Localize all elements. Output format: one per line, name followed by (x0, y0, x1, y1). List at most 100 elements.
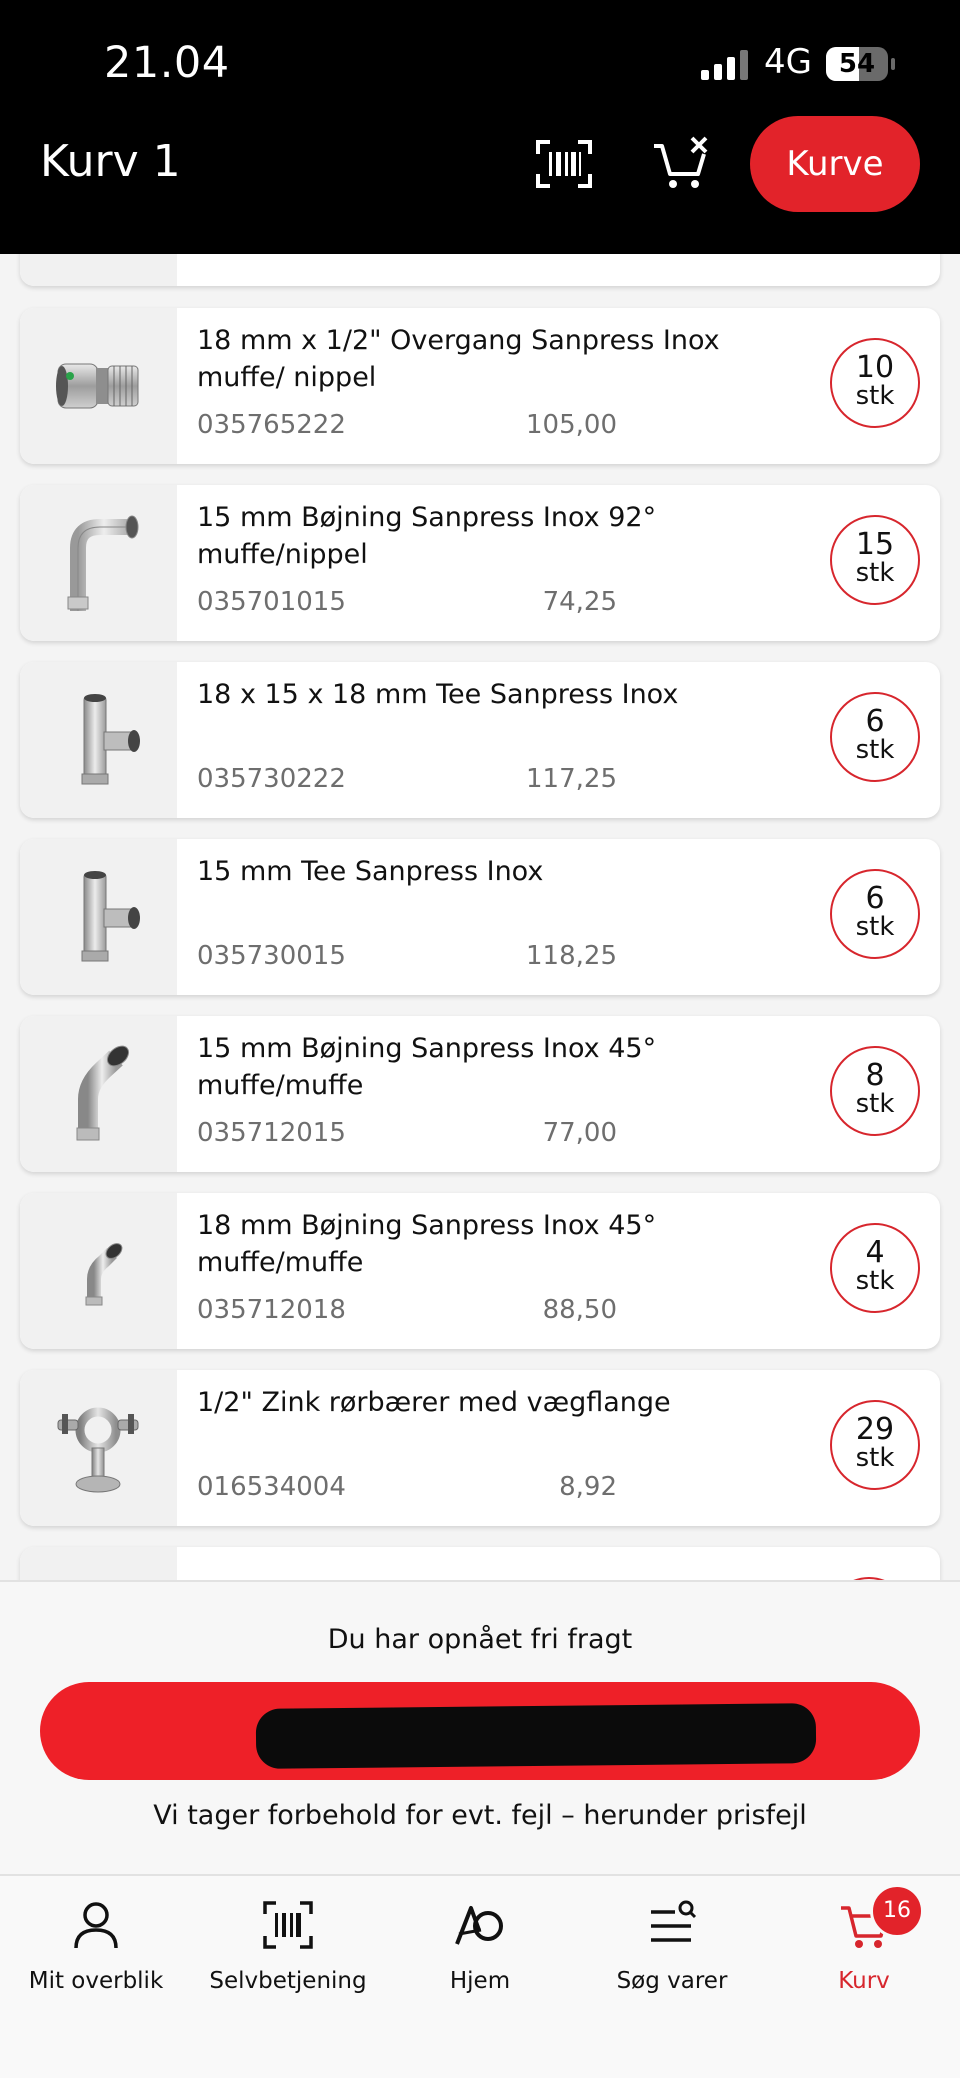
product-name: 18 mm x 1/2" Overgang Sanpress Inox muff… (197, 325, 720, 393)
product-meta: 035701015 74,25 (197, 587, 617, 623)
tab-hjem[interactable]: Hjem (384, 1876, 576, 2036)
quantity-unit: stk (855, 381, 895, 411)
quantity-value: 8 (865, 1058, 885, 1093)
product-sku: 035730222 (197, 764, 346, 794)
quantity-value: 4 (865, 1235, 885, 1270)
product-thumbnail (20, 485, 177, 641)
quantity-unit: stk (855, 735, 895, 765)
cart-item[interactable]: 18 mm Bøjning Sanpress Inox 45° muffe/mu… (20, 1193, 940, 1349)
cart-item[interactable]: 18 mm x 1/2" Overgang Sanpress Inox muff… (20, 308, 940, 464)
product-price: 8,92 (559, 1472, 617, 1502)
tab-soeg-varer[interactable]: Søg varer (576, 1876, 768, 2036)
product-meta: 016534004 8,92 (197, 1472, 617, 1508)
network-type: 4G (764, 42, 812, 82)
elbow-92-fitting-icon (67, 515, 139, 611)
product-sku: 035701015 (197, 587, 346, 617)
tab-kurv[interactable]: 16 Kurv (768, 1876, 960, 2036)
elbow-45-fitting-icon (85, 1243, 123, 1306)
quantity-badge[interactable]: 6 stk (830, 692, 920, 782)
product-sku: 016534004 (197, 1472, 346, 1502)
pipe-clamp-icon (57, 1407, 139, 1493)
redacted-label (255, 1703, 817, 1769)
cart-item[interactable]: 15 mm Tee Sanpress Inox 035730015 118,25… (20, 839, 940, 995)
product-sku: 035712015 (197, 1118, 346, 1148)
product-meta: 035712015 77,00 (197, 1118, 617, 1154)
quantity-badge[interactable]: 29 stk (830, 1400, 920, 1490)
tee-fitting-icon (81, 871, 140, 962)
app-header: 21.04 4G 54 Kurv 1 Kurve (0, 0, 960, 254)
tee-fitting-icon (81, 694, 140, 785)
product-price: 77,00 (542, 1118, 617, 1148)
product-thumbnail (20, 1547, 177, 1580)
battery-level: 54 (838, 49, 876, 79)
product-sku: 035765222 (197, 410, 346, 440)
product-thumbnail (20, 1193, 177, 1349)
product-thumbnail (20, 662, 177, 818)
barcode-scan-icon (263, 1901, 313, 1949)
tab-label: Hjem (449, 1968, 511, 1994)
product-thumbnail (20, 1370, 177, 1526)
bottom-tab-bar: Mit overblik Selvbetjening Hjem Søg vare… (0, 1874, 960, 2078)
product-sku: 035730015 (197, 941, 346, 971)
quantity-badge[interactable]: 8 stk (830, 1046, 920, 1136)
product-name: 15 mm Bøjning Sanpress Inox 92° muffe/ni… (197, 502, 657, 570)
ao-logo-icon (455, 1906, 503, 1945)
cart-item[interactable]: 15 mm Bøjning Sanpress Inox 92° muffe/ni… (20, 485, 940, 641)
tab-selvbetjening[interactable]: Selvbetjening (192, 1876, 384, 2036)
quantity-unit: stk (855, 912, 895, 942)
quantity-unit: stk (855, 1443, 895, 1473)
cart-item[interactable]: 15 mm Bøjning Sanpress Inox 45° muffe/mu… (20, 1016, 940, 1172)
product-thumbnail (20, 308, 177, 464)
quantity-value: 10 (855, 350, 895, 385)
product-meta: 035712018 88,50 (197, 1295, 617, 1331)
quantity-value: 6 (865, 881, 885, 916)
cart-remove-icon[interactable] (652, 136, 712, 192)
product-price: 118,25 (526, 941, 617, 971)
quantity-value: 6 (865, 704, 885, 739)
basket-button[interactable]: Kurve (750, 116, 920, 212)
adapter-fitting-icon (56, 363, 139, 409)
barcode-scan-icon[interactable] (536, 140, 592, 188)
cart-count-badge: 16 (870, 1884, 924, 1938)
product-sku: 035712018 (197, 1295, 346, 1325)
quantity-badge[interactable]: 6 stk (830, 869, 920, 959)
battery-icon: 54 (826, 47, 896, 83)
quantity-badge[interactable]: 10 stk (830, 338, 920, 428)
product-price: 105,00 (526, 410, 617, 440)
quantity-unit: stk (855, 558, 895, 588)
quantity-unit: stk (855, 1089, 895, 1119)
product-price: 74,25 (542, 587, 617, 617)
cart-item[interactable]: 18 x 15 x 18 mm Tee Sanpress Inox 035730… (20, 662, 940, 818)
product-thumbnail (20, 1016, 177, 1172)
quantity-badge[interactable]: 15 stk (830, 515, 920, 605)
product-meta: 035730015 118,25 (197, 941, 617, 977)
quantity-unit: stk (855, 1266, 895, 1296)
status-time: 21.04 (104, 38, 230, 88)
cellular-signal-icon (701, 50, 748, 80)
product-name: 15 mm Bøjning Sanpress Inox 45° muffe/mu… (197, 1033, 657, 1101)
quantity-value: 15 (855, 527, 895, 562)
product-name: 18 x 15 x 18 mm Tee Sanpress Inox (197, 679, 679, 710)
product-name: 1/2" Zink rørbærer med vægflange (197, 1387, 671, 1418)
product-price: 117,25 (526, 764, 617, 794)
page-title: Kurv 1 (40, 136, 181, 187)
product-name: 15 mm Tee Sanpress Inox (197, 856, 544, 887)
tab-label: Selvbetjening (209, 1968, 367, 1994)
free-shipping-notice: Du har opnået fri fragt (327, 1624, 633, 1655)
elbow-45-fitting-icon (76, 1045, 130, 1141)
product-meta: 035765222 105,00 (197, 410, 617, 446)
cart-item[interactable]: 1/2" Zink rørbærer med vægflange 0165340… (20, 1370, 940, 1526)
tab-mit-overblik[interactable]: Mit overblik (0, 1876, 192, 2036)
person-icon (74, 1902, 118, 1949)
product-meta: 035730222 117,25 (197, 764, 617, 800)
quantity-value: 29 (855, 1412, 895, 1447)
product-price: 88,50 (542, 1295, 617, 1325)
cart-item-partial-bottom[interactable] (20, 1547, 940, 1580)
checkout-button[interactable] (40, 1682, 920, 1780)
quantity-badge[interactable]: 4 stk (830, 1223, 920, 1313)
tab-label: Søg varer (616, 1968, 728, 1994)
checkout-panel: Du har opnået fri fragt Vi tager forbeho… (0, 1580, 960, 1874)
tab-label: Kurv (838, 1968, 890, 1994)
price-disclaimer: Vi tager forbehold for evt. fejl – herun… (153, 1800, 807, 1831)
product-thumbnail (20, 839, 177, 995)
